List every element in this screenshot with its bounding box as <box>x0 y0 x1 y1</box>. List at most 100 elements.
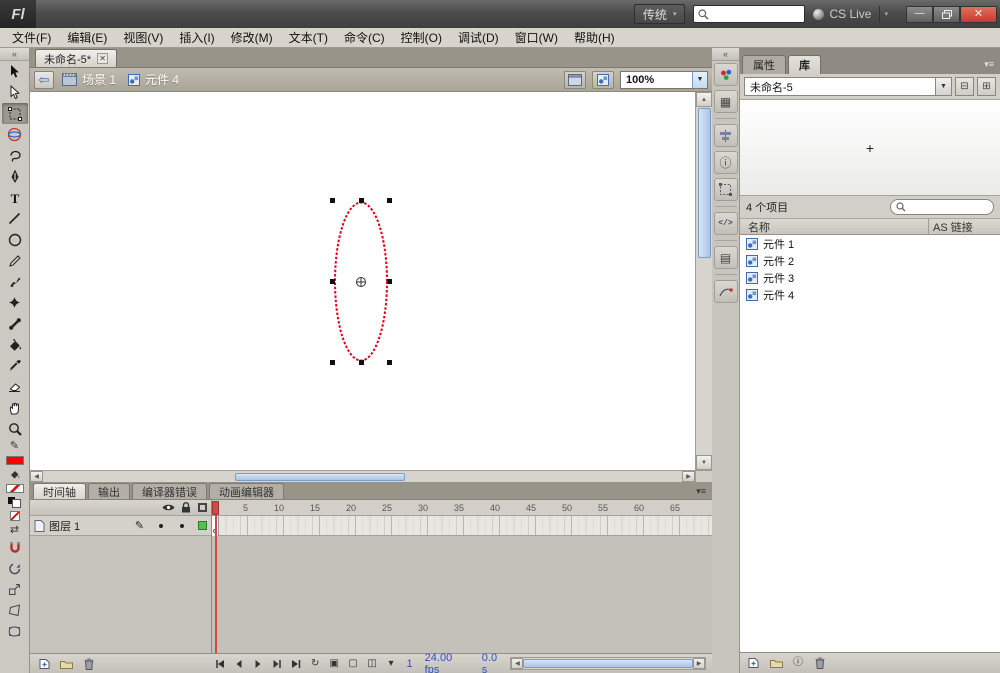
show-hide-all-layers-icon[interactable] <box>160 503 177 512</box>
transform-handle-top-center[interactable] <box>359 198 364 203</box>
column-name[interactable]: 名称 <box>740 219 928 235</box>
step-forward-button[interactable] <box>269 656 286 672</box>
close-tab-icon[interactable]: ✕ <box>97 53 108 64</box>
onion-skin-outlines-button[interactable]: ▢ <box>345 656 362 672</box>
menu-text[interactable]: 文本(T) <box>281 27 336 48</box>
transform-handle-top-left[interactable] <box>330 198 335 203</box>
fill-color-swatch[interactable] <box>2 481 28 495</box>
library-column-headers[interactable]: 名称 AS 链接 <box>740 218 1000 235</box>
menu-edit[interactable]: 编辑(E) <box>59 27 115 48</box>
lock-all-layers-icon[interactable] <box>177 502 194 513</box>
column-as-linkage[interactable]: AS 链接 <box>928 219 1000 235</box>
library-item[interactable]: 元件 1 <box>740 235 1000 252</box>
hand-tool[interactable] <box>2 397 28 418</box>
layer-lock-dot[interactable] <box>173 524 190 528</box>
pen-tool[interactable] <box>2 166 28 187</box>
text-tool[interactable]: T <box>2 187 28 208</box>
outline-all-layers-icon[interactable] <box>194 503 211 512</box>
new-symbol-button[interactable] <box>746 655 762 671</box>
timeline-scroll-right-icon[interactable]: ▶ <box>693 658 705 669</box>
library-item[interactable]: 元件 2 <box>740 252 1000 269</box>
menu-file[interactable]: 文件(F) <box>4 27 59 48</box>
vertical-scroll-thumb[interactable] <box>698 108 711 258</box>
step-back-button[interactable] <box>231 656 248 672</box>
library-search-input[interactable] <box>909 202 988 213</box>
tab-compiler-errors[interactable]: 编译器错误 <box>132 483 207 499</box>
modify-markers-button[interactable]: ▾ <box>383 656 400 672</box>
edit-symbols-button[interactable] <box>592 71 614 89</box>
selection-tool[interactable] <box>2 61 28 82</box>
back-button[interactable]: ⇦ <box>34 71 54 89</box>
workspace-switcher-button[interactable]: 传统 ▾ <box>634 4 686 24</box>
pin-library-button[interactable]: ⊟ <box>955 77 974 96</box>
expand-dock-button[interactable]: « <box>712 48 739 61</box>
timeline-frames-area[interactable]: 5 10 15 20 25 30 35 40 45 50 55 60 65 <box>212 500 712 653</box>
library-item[interactable]: 元件 4 <box>740 286 1000 303</box>
scroll-up-icon[interactable]: ▲ <box>696 92 712 107</box>
help-search-box[interactable] <box>693 5 805 23</box>
scroll-left-icon[interactable]: ◀ <box>30 471 43 482</box>
cs-live-button[interactable]: CS Live <box>813 7 871 21</box>
tab-properties[interactable]: 属性 <box>742 55 786 74</box>
bone-tool[interactable] <box>2 313 28 334</box>
frame-ruler[interactable]: 5 10 15 20 25 30 35 40 45 50 55 60 65 <box>212 500 712 516</box>
library-search-box[interactable] <box>890 199 994 215</box>
new-folder-button[interactable] <box>58 656 75 672</box>
tab-library[interactable]: 库 <box>788 55 821 74</box>
menu-modify[interactable]: 修改(M) <box>223 27 281 48</box>
transform-handle-bottom-left[interactable] <box>330 360 335 365</box>
current-frame-value[interactable]: 1 <box>407 658 413 670</box>
layer-frame-row[interactable] <box>212 516 712 536</box>
transform-handle-top-right[interactable] <box>387 198 392 203</box>
transform-center-point[interactable] <box>356 276 367 287</box>
tab-timeline[interactable]: 时间轴 <box>33 483 86 499</box>
layer-outline-color-swatch[interactable] <box>194 521 211 530</box>
restore-button[interactable] <box>933 6 960 23</box>
paint-bucket-tool[interactable] <box>2 334 28 355</box>
selected-ellipse[interactable] <box>332 200 390 363</box>
library-document-select[interactable]: 未命名-5 ▼ <box>744 77 952 96</box>
edit-multiple-frames-button[interactable]: ◫ <box>364 656 381 672</box>
menu-window[interactable]: 窗口(W) <box>507 27 566 48</box>
eyedropper-tool[interactable] <box>2 355 28 376</box>
library-preview-area[interactable]: + <box>740 100 1000 196</box>
go-to-last-frame-button[interactable] <box>288 656 305 672</box>
swatches-panel-icon[interactable]: ▦ <box>714 90 738 113</box>
default-colors-button[interactable] <box>2 495 28 509</box>
transform-handle-middle-right[interactable] <box>387 279 392 284</box>
elapsed-time-value[interactable]: 0.0 s <box>482 652 506 673</box>
library-item-list[interactable]: 元件 1 元件 2 元件 3 元件 4 <box>740 235 1000 652</box>
swap-colors-button[interactable]: ⇄ <box>2 523 28 537</box>
item-properties-button[interactable]: ⓘ <box>790 655 806 671</box>
stage-vertical-scrollbar[interactable]: ▲ ▼ <box>695 92 712 470</box>
scroll-down-icon[interactable]: ▼ <box>696 455 712 470</box>
eraser-tool[interactable] <box>2 376 28 397</box>
transform-panel-icon[interactable] <box>714 178 738 201</box>
line-tool[interactable] <box>2 208 28 229</box>
layer-row[interactable]: 图层 1 ✎ <box>30 516 211 536</box>
menu-commands[interactable]: 命令(C) <box>336 27 393 48</box>
free-transform-tool[interactable] <box>2 103 28 124</box>
document-tab[interactable]: 未命名-5* ✕ <box>35 49 117 67</box>
timeline-scroll-thumb[interactable] <box>523 659 693 668</box>
delete-item-button[interactable] <box>812 655 828 671</box>
zoom-dropdown-arrow[interactable]: ▼ <box>692 72 707 88</box>
horizontal-scroll-thumb[interactable] <box>235 473 405 481</box>
tab-output[interactable]: 输出 <box>88 483 130 499</box>
brush-tool[interactable] <box>2 271 28 292</box>
timeline-scroll-left-icon[interactable]: ◀ <box>511 658 523 669</box>
scale-option[interactable] <box>2 579 28 600</box>
no-color-button[interactable] <box>2 509 28 523</box>
timeline-panel-menu-icon[interactable]: ▾≡ <box>696 486 712 499</box>
3d-rotation-tool[interactable] <box>2 124 28 145</box>
menu-control[interactable]: 控制(O) <box>393 27 450 48</box>
rotate-skew-option[interactable] <box>2 558 28 579</box>
play-button[interactable] <box>250 656 267 672</box>
zoom-level-value[interactable]: 100% <box>621 74 692 86</box>
code-snippets-panel-icon[interactable]: </> <box>714 212 738 235</box>
envelope-option[interactable] <box>2 621 28 642</box>
components-panel-icon[interactable]: ▤ <box>714 246 738 269</box>
stage-canvas[interactable] <box>30 92 695 470</box>
transform-handle-middle-left[interactable] <box>330 279 335 284</box>
minimize-button[interactable]: — <box>906 6 933 23</box>
